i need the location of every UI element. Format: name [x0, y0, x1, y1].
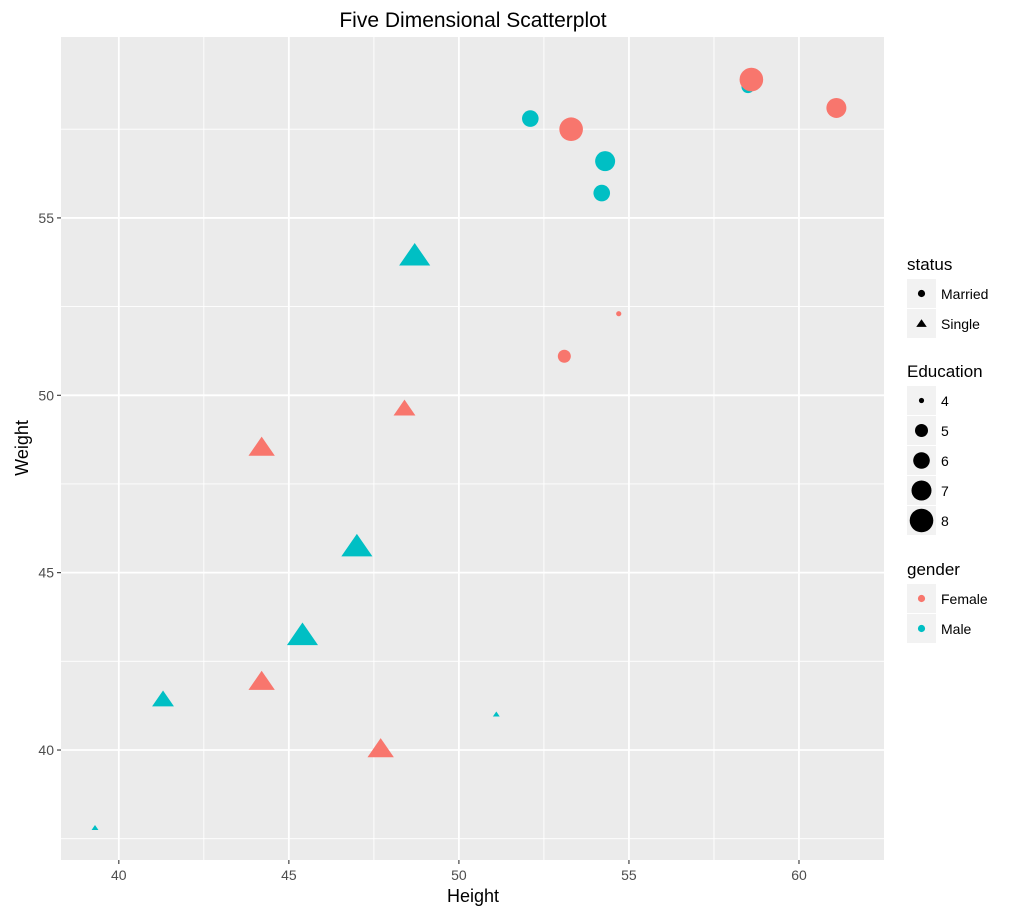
- plot-panel: [61, 37, 884, 860]
- legend-item-label: 6: [941, 453, 949, 469]
- data-point-married-female: [826, 97, 847, 118]
- legend-item-label: 4: [941, 393, 949, 409]
- legend-item-single: Single: [907, 309, 980, 338]
- legend-status: status Married Single: [907, 255, 988, 338]
- legend: status Married Single Education 4 5 6 7 8 gen…: [907, 255, 988, 643]
- size-circle-icon: [918, 397, 925, 404]
- data-point-married-female: [559, 117, 583, 142]
- size-circle-icon: [913, 452, 930, 469]
- data-point-married-female: [557, 349, 571, 363]
- x-tick-label: 40: [111, 867, 127, 883]
- legend-item-label: 7: [941, 483, 949, 499]
- legend-item-label: 8: [941, 513, 949, 529]
- scatterplot-chart: Five Dimensional Scatterplot 40 45 50 55 60 …: [12, 9, 988, 906]
- legend-gender-title: gender: [907, 560, 960, 579]
- legend-education: Education 4 5 6 7 8: [907, 362, 983, 535]
- legend-gender: gender Female Male: [907, 560, 988, 643]
- legend-status-title: status: [907, 255, 952, 274]
- legend-item-female: Female: [907, 584, 988, 613]
- x-axis: 40 45 50 55 60: [111, 860, 807, 883]
- y-axis-title: Weight: [12, 420, 32, 476]
- y-axis: 40 45 50 55: [38, 210, 61, 758]
- legend-item-label: Female: [941, 591, 988, 607]
- legend-item-education-8: 8: [907, 506, 949, 535]
- data-point-married-male: [593, 184, 611, 202]
- legend-item-label: 5: [941, 423, 949, 439]
- legend-education-title: Education: [907, 362, 983, 381]
- y-tick-label: 45: [38, 565, 54, 581]
- data-point-married-female: [739, 67, 764, 92]
- legend-item-education-7: 7: [907, 476, 949, 505]
- size-circle-icon: [909, 508, 934, 533]
- y-tick-label: 50: [38, 387, 54, 403]
- x-tick-label: 60: [791, 867, 807, 883]
- x-tick-label: 55: [621, 867, 637, 883]
- x-tick-label: 45: [281, 867, 297, 883]
- x-tick-label: 50: [451, 867, 467, 883]
- data-point-married-female: [616, 311, 622, 317]
- legend-item-label: Single: [941, 316, 980, 332]
- color-dot-icon: [917, 624, 926, 633]
- legend-item-male: Male: [907, 614, 972, 643]
- y-tick-label: 55: [38, 210, 54, 226]
- data-point-married-male: [595, 151, 616, 172]
- x-axis-title: Height: [447, 886, 499, 906]
- legend-item-label: Male: [941, 621, 972, 637]
- circle-shape-icon: [917, 289, 926, 298]
- size-circle-icon: [915, 424, 928, 437]
- legend-item-education-4: 4: [907, 386, 949, 415]
- legend-item-education-6: 6: [907, 446, 949, 475]
- color-dot-icon: [917, 594, 926, 603]
- legend-item-education-5: 5: [907, 416, 949, 445]
- legend-item-label: Married: [941, 286, 988, 302]
- chart-title: Five Dimensional Scatterplot: [339, 9, 606, 32]
- legend-item-married: Married: [907, 279, 988, 308]
- data-point-married-male: [522, 110, 539, 127]
- size-circle-icon: [911, 480, 932, 501]
- y-tick-label: 40: [38, 742, 54, 758]
